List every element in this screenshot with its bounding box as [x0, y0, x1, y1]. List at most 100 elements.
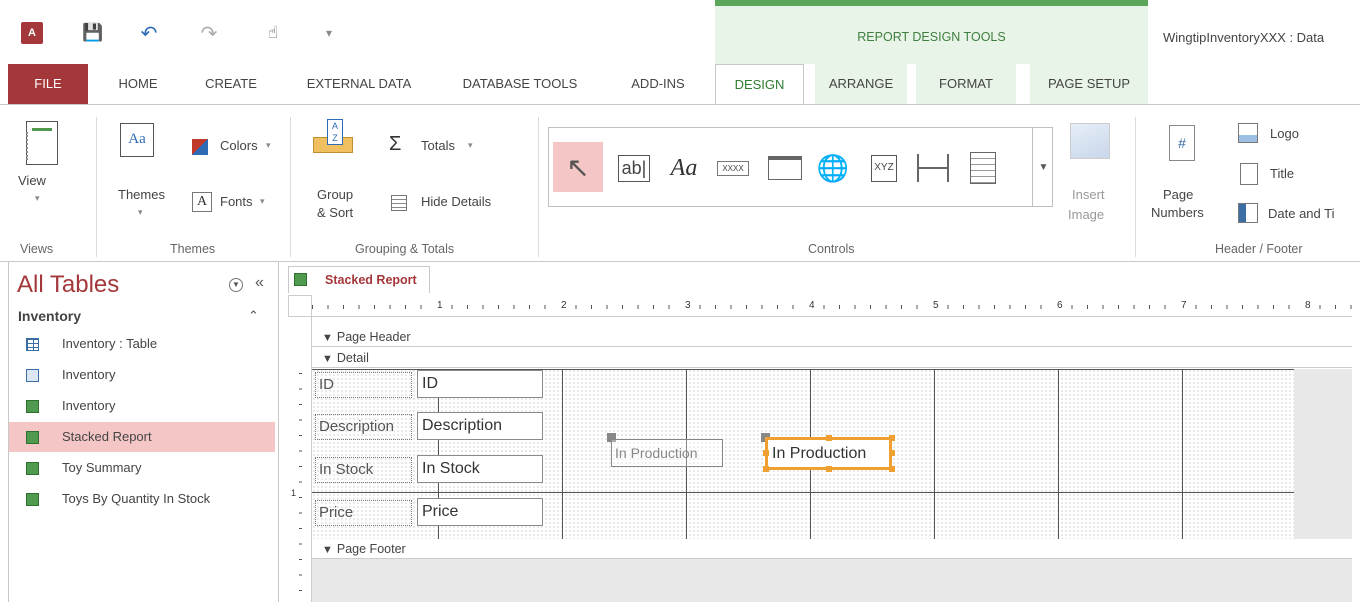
button-control-label: XXXX	[717, 160, 749, 176]
textbox-control-label: ab|	[617, 154, 651, 182]
page-footer-section[interactable]	[312, 559, 1352, 602]
in-production-label[interactable]: In Production	[611, 439, 723, 467]
nav-item-toy-summary[interactable]: Toy Summary	[9, 453, 275, 483]
section-arrow-icon: ▼	[322, 544, 333, 556]
title-button[interactable]: Title	[1238, 163, 1348, 187]
navigation-pane: All Tables ▼ « Inventory ⌃ Inventory : T…	[8, 262, 279, 602]
group-sort-button[interactable]: AZ Group & Sort	[305, 115, 365, 225]
resize-handle[interactable]	[763, 466, 769, 472]
view-button[interactable]: View ▾	[18, 115, 70, 225]
access-logo-icon[interactable]: A	[21, 22, 43, 44]
page-header-section-bar[interactable]: ▼ Page Header	[312, 327, 1352, 347]
nav-pane-menu-icon[interactable]: ▼	[229, 278, 243, 292]
ruler-number: 4	[808, 300, 816, 311]
nav-item-inventory-form[interactable]: Inventory	[9, 360, 275, 390]
combo-box-icon[interactable]	[961, 148, 1005, 188]
id-textbox[interactable]: ID	[417, 370, 543, 398]
table-icon	[26, 338, 39, 351]
description-label[interactable]: Description	[315, 414, 412, 440]
page-numbers-button[interactable]: # Page Numbers	[1145, 115, 1221, 230]
nav-item-inventory-table[interactable]: Inventory : Table	[9, 329, 275, 359]
tab-control-icon[interactable]	[763, 148, 807, 188]
price-label[interactable]: Price	[315, 500, 412, 526]
nav-item-label: Inventory : Table	[62, 336, 158, 351]
report-outside-area	[1294, 369, 1352, 539]
save-icon[interactable]: 💾	[82, 22, 104, 44]
detail-section-bar[interactable]: ▼ Detail	[312, 348, 1352, 368]
themes-button[interactable]: Aa Themes ▾	[110, 115, 174, 225]
in-stock-label[interactable]: In Stock	[315, 457, 412, 483]
tab-arrange[interactable]: ARRANGE	[815, 64, 907, 104]
horizontal-ruler[interactable]: 1 2 3 4 5 6 7 8	[312, 295, 1352, 317]
price-textbox[interactable]: Price	[417, 498, 543, 526]
tab-add-ins[interactable]: ADD-INS	[620, 64, 696, 104]
tab-file[interactable]: FILE	[8, 64, 88, 104]
view-icon	[26, 121, 58, 165]
report-icon	[26, 462, 39, 475]
undo-icon[interactable]: ↶	[138, 22, 160, 45]
customize-qat-icon[interactable]: ▾	[318, 22, 340, 44]
resize-handle[interactable]	[763, 450, 769, 456]
totals-button[interactable]: Σ Totals ▾	[385, 133, 485, 157]
gallery-more-button[interactable]: ▼	[1032, 127, 1054, 207]
view-label: View	[18, 173, 46, 188]
tab-create[interactable]: CREATE	[196, 64, 266, 104]
group-separator	[538, 117, 539, 257]
vertical-ruler[interactable]: 1	[288, 317, 312, 602]
grid-line	[312, 492, 1294, 493]
hyperlink-icon[interactable]: 🌐	[811, 148, 855, 188]
label-control-icon[interactable]: Aa	[659, 148, 709, 188]
nav-item-stacked-report[interactable]: Stacked Report	[9, 422, 275, 452]
resize-handle[interactable]	[889, 450, 895, 456]
chevron-down-icon: ▾	[260, 196, 265, 206]
resize-handle[interactable]	[889, 466, 895, 472]
button-control-icon[interactable]: XXXX	[711, 148, 755, 188]
resize-handle[interactable]	[826, 435, 832, 441]
group-label-controls: Controls	[808, 242, 855, 256]
nav-item-toys-by-quantity[interactable]: Toys By Quantity In Stock	[9, 484, 275, 514]
description-textbox[interactable]: Description	[417, 412, 543, 440]
hide-details-button[interactable]: Hide Details	[385, 191, 515, 213]
tab-home[interactable]: HOME	[110, 64, 166, 104]
section-arrow-icon: ▼	[322, 332, 333, 344]
colors-button[interactable]: Colors ▾	[190, 135, 285, 157]
nav-item-inventory-report[interactable]: Inventory	[9, 391, 275, 421]
document-tab-stacked-report[interactable]: Stacked Report	[288, 266, 430, 293]
nav-pane-title[interactable]: All Tables	[17, 271, 119, 299]
form-icon	[26, 369, 39, 382]
colors-label: Colors	[220, 138, 258, 153]
nav-item-label: Toy Summary	[62, 460, 142, 475]
textbox-control-icon[interactable]: ab|	[611, 148, 657, 188]
tab-design[interactable]: DESIGN	[715, 64, 804, 105]
nav-item-label: Stacked Report	[62, 429, 152, 444]
shutter-bar-close-icon[interactable]: «	[255, 274, 264, 292]
redo-icon[interactable]: ↷	[198, 22, 220, 45]
collapse-group-icon[interactable]: ⌃	[248, 308, 259, 324]
page-break-icon[interactable]	[911, 148, 955, 188]
touch-mode-icon[interactable]: ☝	[262, 22, 284, 44]
fonts-button[interactable]: A Fonts ▾	[190, 191, 285, 213]
logo-button[interactable]: Logo	[1238, 123, 1348, 147]
nav-group-header[interactable]: Inventory	[18, 308, 81, 324]
in-stock-textbox[interactable]: In Stock	[417, 455, 543, 483]
tab-format[interactable]: FORMAT	[916, 64, 1016, 104]
report-icon	[26, 493, 39, 506]
page-footer-section-bar[interactable]: ▼ Page Footer	[312, 539, 1352, 559]
chevron-down-icon: ▾	[35, 193, 40, 203]
select-pointer-icon[interactable]: ↖	[553, 142, 603, 192]
tab-page-setup[interactable]: PAGE SETUP	[1030, 64, 1148, 104]
tab-external-data[interactable]: EXTERNAL DATA	[294, 64, 424, 104]
ruler-number: 8	[1304, 300, 1312, 311]
window-title: WingtipInventoryXXX : Data	[1163, 30, 1325, 45]
ruler-ticks	[312, 305, 1352, 309]
id-label[interactable]: ID	[315, 372, 412, 398]
resize-handle[interactable]	[826, 466, 832, 472]
date-time-button[interactable]: Date and Ti	[1238, 203, 1360, 227]
resize-handle[interactable]	[889, 435, 895, 441]
chart-control-icon[interactable]: XYZ	[861, 148, 907, 188]
chevron-down-icon: ▾	[266, 140, 271, 150]
tab-database-tools[interactable]: DATABASE TOOLS	[452, 64, 588, 104]
report-selector[interactable]	[288, 295, 312, 317]
insert-image-button[interactable]: Insert Image	[1060, 119, 1122, 229]
chart-control-label: XYZ	[871, 154, 897, 182]
